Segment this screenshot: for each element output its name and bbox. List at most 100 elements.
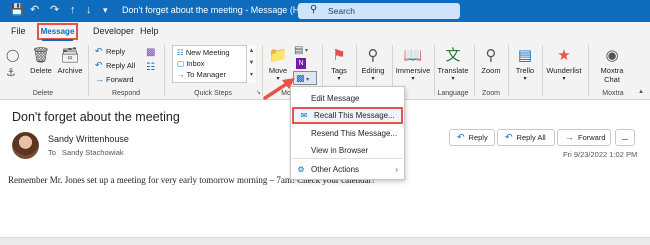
recall-icon: ✉ — [300, 111, 308, 120]
forward-label: Forward — [578, 133, 606, 142]
menu-item-other-actions[interactable]: ⚙ Other Actions › — [291, 161, 404, 178]
menu-item-resend-message[interactable]: Resend This Message... — [291, 125, 404, 142]
menu-item-label: Resend This Message... — [311, 129, 398, 138]
trello-button[interactable]: ▤ Trello ▾ — [512, 47, 538, 82]
zoom-button[interactable]: ⚲ Zoom — [478, 47, 504, 75]
search-input[interactable]: ⚲ Search — [298, 3, 460, 19]
group-label-respond: Respond — [111, 90, 141, 97]
onenote-icon[interactable]: N — [296, 58, 306, 69]
quick-steps-scroll[interactable]: ▲ ▼ ▾ — [246, 45, 256, 83]
archive-button[interactable]: 🗃 Archive — [56, 47, 84, 75]
undo-icon[interactable]: ↶ — [30, 3, 39, 17]
quick-steps-gallery[interactable]: ☷ New Meeting ▢ Inbox → To Manager — [172, 45, 256, 83]
menu-item-view-in-browser[interactable]: View in Browser — [291, 142, 404, 159]
menu-item-label: Recall This Message... — [314, 111, 395, 120]
chevron-down-icon[interactable]: ▾ — [305, 47, 308, 54]
translate-icon: 文 — [445, 47, 461, 64]
annotation-arrow — [263, 78, 295, 100]
dialog-launcher-icon[interactable]: ↘ — [256, 89, 261, 96]
search-placeholder: Search — [328, 6, 355, 16]
group-divider — [508, 45, 509, 96]
reply-button[interactable]: ↶ Reply — [95, 46, 125, 57]
tab-message[interactable]: Message — [37, 23, 78, 40]
redo-icon[interactable]: ↷ — [50, 3, 59, 17]
reply-all-label: Reply All — [516, 133, 546, 142]
tab-help[interactable]: Help — [140, 26, 159, 36]
delete-button[interactable]: 🗑 Delete — [28, 47, 54, 75]
sender-name[interactable]: Sandy Writtenhouse — [48, 134, 129, 144]
reply-all-button[interactable]: ↶ Reply All — [95, 60, 135, 71]
trello-icon: ▤ — [517, 47, 533, 64]
quick-step-item[interactable]: → To Manager — [177, 70, 226, 79]
editing-label: Editing — [361, 66, 385, 75]
group-label-quick-steps: Quick Steps — [194, 90, 232, 97]
actions-dropdown-menu: Edit Message ✉ Recall This Message... Res… — [290, 86, 405, 180]
trash-icon: 🗑 — [31, 47, 51, 64]
save-icon[interactable]: 💾 — [10, 3, 24, 17]
wunderlist-button[interactable]: ★ Wunderlist ▾ — [544, 47, 584, 82]
meeting-icon[interactable]: ☷ — [146, 62, 155, 73]
forward-button[interactable]: → Forward — [557, 129, 611, 146]
chevron-down-icon: ▾ — [371, 76, 375, 82]
archive-label: Archive — [57, 66, 83, 75]
menu-item-recall-message[interactable]: ✉ Recall This Message... — [292, 107, 403, 124]
collapse-ribbon-icon[interactable]: ▲ — [638, 89, 644, 95]
to-label: To — [48, 148, 56, 157]
chevron-down-icon: ▾ — [304, 77, 310, 83]
tags-button[interactable]: ⚑ Tags ▾ — [326, 47, 352, 82]
search-icon: ⚲ — [367, 47, 379, 64]
flag-icon: ⚑ — [332, 47, 346, 64]
chat-label: Chat — [604, 75, 620, 84]
move-label: Move — [268, 66, 288, 75]
forward-icon: → — [565, 132, 574, 142]
group-divider — [88, 45, 89, 96]
menu-item-edit-message[interactable]: Edit Message — [291, 90, 404, 107]
editing-button[interactable]: ⚲ Editing ▾ — [358, 47, 388, 82]
translate-button[interactable]: 文 Translate ▾ — [436, 47, 470, 82]
immersive-button[interactable]: 📖 Immersive ▾ — [394, 47, 432, 82]
forward-icon: → — [95, 74, 104, 84]
immersive-label: Immersive — [395, 66, 431, 75]
quick-step-item[interactable]: ▢ Inbox — [177, 59, 205, 68]
reply-label: Reply — [106, 47, 126, 56]
reply-all-button[interactable]: ↶ Reply All — [497, 129, 555, 146]
ignore-icon[interactable]: ◯ — [6, 48, 19, 62]
tab-file[interactable]: File — [11, 26, 26, 36]
chevron-down-icon: ▾ — [523, 76, 527, 82]
down-icon[interactable]: ↓ — [86, 3, 92, 17]
translate-label: Translate — [437, 66, 469, 75]
up-icon[interactable]: ↑ — [70, 3, 76, 17]
customize-icon[interactable]: ▾ — [103, 3, 108, 17]
forward-button[interactable]: → Forward — [95, 74, 134, 84]
recipient-name[interactable]: Sandy Stachowiak — [62, 148, 124, 157]
quick-step-label: New Meeting — [185, 48, 230, 57]
rules-icon[interactable]: ▤ — [294, 45, 303, 56]
title-bar: 💾 ↶ ↷ ↑ ↓ ▾ Don't forget about the meeti… — [0, 0, 650, 22]
forward-icon: → — [177, 70, 185, 79]
menu-item-label: Other Actions — [311, 165, 360, 174]
moxtra-chat-button[interactable]: ◉ Moxtra Chat — [592, 47, 632, 84]
calendar-icon: ☷ — [177, 48, 184, 57]
group-label-delete: Delete — [32, 90, 54, 97]
menu-separator — [292, 158, 403, 159]
menu-item-label: View in Browser — [311, 146, 369, 155]
avatar[interactable] — [12, 132, 39, 159]
chevron-down-icon: ▾ — [451, 76, 455, 82]
move-folder-icon: 📁 — [268, 47, 288, 64]
reply-button[interactable]: ↶ Reply — [449, 129, 495, 146]
group-label-language: Language — [437, 90, 469, 97]
menu-item-label: Edit Message — [311, 94, 360, 103]
more-actions-button[interactable]: ... — [615, 129, 635, 146]
chat-icon: ◉ — [605, 47, 619, 64]
forward-label: Forward — [106, 75, 134, 84]
delete-label: Delete — [30, 66, 52, 75]
tab-developer[interactable]: Developer — [93, 26, 134, 36]
group-label-zoom: Zoom — [482, 90, 500, 97]
teams-icon[interactable]: ▩ — [146, 47, 155, 58]
tags-label: Tags — [331, 66, 347, 75]
group-divider — [542, 45, 543, 96]
recipient-line: To Sandy Stachowiak — [48, 148, 124, 157]
junk-icon[interactable]: ⚓ — [6, 66, 16, 79]
chevron-down-icon: ▾ — [562, 76, 566, 82]
quick-step-item[interactable]: ☷ New Meeting — [177, 48, 230, 57]
